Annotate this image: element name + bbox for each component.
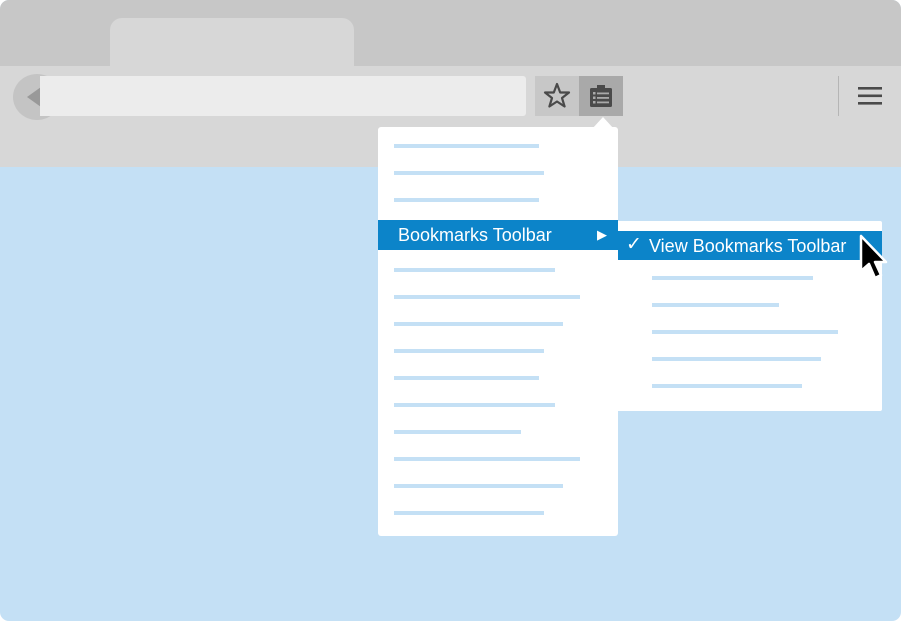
submenu-item-placeholder[interactable]: [652, 357, 821, 361]
app-menu-button[interactable]: [850, 76, 890, 116]
menu-item-placeholder[interactable]: [394, 144, 539, 148]
bookmarks-menu: Bookmarks Toolbar ▶: [378, 127, 618, 536]
bookmark-star-button[interactable]: [535, 76, 579, 116]
menu-item-placeholder[interactable]: [394, 171, 544, 175]
bookmarks-toolbar-label: Bookmarks Toolbar: [398, 225, 552, 245]
menu-item-placeholder[interactable]: [394, 322, 563, 326]
menu-item-placeholder[interactable]: [394, 457, 580, 461]
menu-item-placeholder[interactable]: [394, 484, 563, 488]
toolbar-separator: [838, 76, 839, 116]
bookmarks-list-icon: [590, 85, 612, 107]
browser-window: Bookmarks Toolbar ▶ ✓ View Bookmarks Too…: [0, 0, 901, 621]
menu-item-placeholder[interactable]: [394, 403, 555, 407]
browser-tab[interactable]: [110, 18, 354, 68]
bookmarks-toolbar-menu-item[interactable]: Bookmarks Toolbar ▶: [378, 220, 618, 250]
bookmarks-toolbar-submenu: ✓ View Bookmarks Toolbar: [618, 221, 882, 411]
view-bookmarks-toolbar-item[interactable]: ✓ View Bookmarks Toolbar: [618, 231, 882, 260]
menu-item-placeholder[interactable]: [394, 511, 544, 515]
menu-item-placeholder[interactable]: [394, 295, 580, 299]
menu-item-placeholder[interactable]: [394, 430, 521, 434]
menu-item-placeholder[interactable]: [394, 198, 539, 202]
submenu-item-placeholder[interactable]: [652, 330, 838, 334]
view-bookmarks-toolbar-label: View Bookmarks Toolbar: [649, 236, 847, 256]
mouse-pointer-icon: [859, 234, 888, 280]
submenu-arrow-icon: ▶: [597, 227, 607, 242]
submenu-item-placeholder[interactable]: [652, 303, 779, 307]
star-icon: [543, 82, 571, 108]
url-bar[interactable]: [40, 76, 526, 116]
menu-item-placeholder[interactable]: [394, 376, 539, 380]
hamburger-icon: [858, 87, 882, 105]
bookmarks-menu-button[interactable]: [579, 76, 623, 116]
menu-item-placeholder[interactable]: [394, 268, 555, 272]
checkmark-icon: ✓: [626, 234, 642, 255]
submenu-item-placeholder[interactable]: [652, 384, 802, 388]
menu-item-placeholder[interactable]: [394, 349, 544, 353]
submenu-item-placeholder[interactable]: [652, 276, 813, 280]
